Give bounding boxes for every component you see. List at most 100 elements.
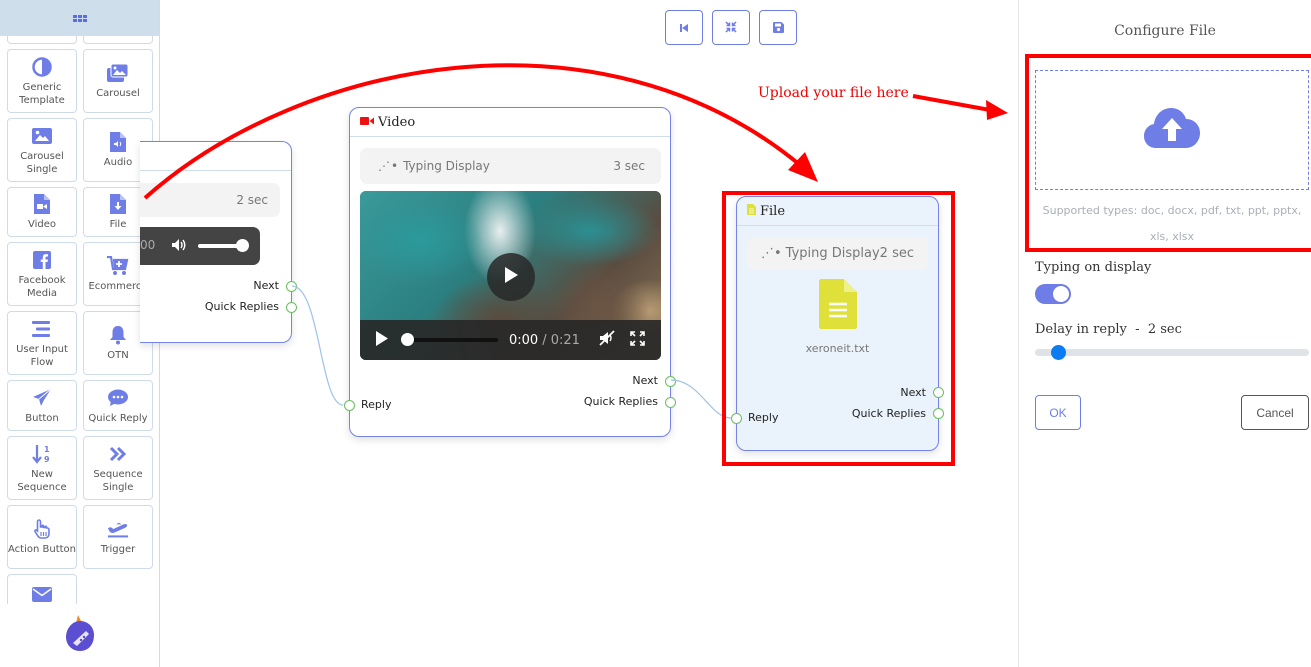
delay-slider[interactable] <box>1035 345 1309 360</box>
sidebar-item-trigger[interactable]: Trigger <box>83 505 153 569</box>
port-label-quick-replies: Quick Replies <box>204 300 279 313</box>
audio-next-port[interactable] <box>286 281 297 292</box>
sidebar-tile-hidden-1[interactable] <box>7 36 77 44</box>
sidebar-item-quick-reply[interactable]: Quick Reply <box>83 380 153 431</box>
volume-icon[interactable] <box>171 238 187 255</box>
audio-node[interactable]: 2 sec 00 Next Quick Replies <box>140 141 297 343</box>
typing-label: Typing Display <box>403 159 490 173</box>
reset-view-button[interactable] <box>665 10 703 45</box>
audio-typing-display: 2 sec <box>140 183 280 217</box>
floppy-disk-icon <box>772 18 784 37</box>
sidebar-item-email[interactable] <box>7 574 77 604</box>
step-backward-icon <box>679 18 689 37</box>
typing-delay: 2 sec <box>236 193 268 207</box>
sidebar-item-new-sequence[interactable]: 19 New Sequence <box>7 436 77 500</box>
video-next-port[interactable] <box>665 376 676 387</box>
sidebar-item-video[interactable]: Video <box>7 187 77 237</box>
audio-time: 00 <box>140 238 156 252</box>
file-node-header[interactable]: File <box>737 197 938 226</box>
sidebar-item-label: Video <box>27 219 57 230</box>
video-camera-icon <box>360 115 374 130</box>
fullscreen-icon[interactable] <box>630 330 645 350</box>
typing-toggle[interactable] <box>1035 284 1071 304</box>
sidebar-item-carousel[interactable]: Carousel <box>83 49 153 113</box>
sidebar-item-label: Trigger <box>100 544 136 555</box>
video-progress-bar[interactable] <box>401 333 498 346</box>
bell-icon <box>107 324 129 346</box>
volume-slider[interactable] <box>198 239 249 252</box>
connector-audio-to-video <box>291 285 344 406</box>
facebook-icon <box>31 249 53 271</box>
grid-icon <box>72 14 87 22</box>
panel-title: Configure File <box>1114 23 1216 39</box>
port-label-next: Next <box>900 386 926 399</box>
file-download-icon <box>107 193 129 215</box>
typing-label: Typing Display2 sec <box>785 246 914 261</box>
supported-types: Supported types: doc, docx, pdf, txt, pp… <box>1042 204 1302 243</box>
mute-icon[interactable] <box>598 330 616 350</box>
audio-player[interactable]: 00 <box>140 227 260 265</box>
audio-quick-replies-port[interactable] <box>286 302 297 313</box>
sidebar-item-button[interactable]: Button <box>7 380 77 431</box>
save-flow-button[interactable] <box>759 10 797 45</box>
audio-node-header[interactable] <box>140 142 291 171</box>
file-quick-replies-port[interactable] <box>933 408 944 419</box>
port-label-reply: Reply <box>361 398 392 411</box>
lines-icon <box>31 318 53 340</box>
plane-departure-icon <box>107 518 129 540</box>
file-node[interactable]: File ⋰• Typing Display2 sec xeroneit.txt … <box>731 196 944 451</box>
sidebar-item-label: Facebook Media <box>18 274 66 299</box>
sidebar-item-label: Button <box>25 412 59 424</box>
node-title: File <box>760 203 786 219</box>
sidebar-item-label: Quick Reply <box>88 412 148 424</box>
file-audio-icon <box>107 131 129 153</box>
fit-view-button[interactable] <box>712 10 750 45</box>
file-reply-port[interactable] <box>731 413 742 424</box>
port-label-reply: Reply <box>748 411 779 424</box>
video-current-time: 0:00 <box>509 332 539 348</box>
connector-video-to-file <box>670 379 732 419</box>
video-node[interactable]: Video ⋰• Typing Display 3 sec 0:00 / 0:21… <box>344 107 676 437</box>
file-document-icon <box>819 279 857 333</box>
video-duration: / 0:21 <box>542 332 580 348</box>
sidebar-item-label: Ecommerce <box>88 281 148 292</box>
video-node-header[interactable]: Video <box>350 108 670 137</box>
annotation-text: Upload your file here <box>758 85 909 101</box>
half-circle-icon <box>31 56 53 78</box>
play-icon[interactable] <box>376 330 388 350</box>
sidebar-item-label: Action Button <box>8 544 76 555</box>
file-dropzone[interactable] <box>1035 70 1309 190</box>
annotation-arrow-head-1 <box>788 152 818 182</box>
port-label-quick-replies: Quick Replies <box>583 395 658 408</box>
port-label-next: Next <box>632 374 658 387</box>
sidebar-item-generic-template[interactable]: Generic Template <box>7 49 77 113</box>
port-label-quick-replies: Quick Replies <box>851 407 926 420</box>
paper-plane-icon <box>31 387 53 409</box>
video-big-play-button[interactable] <box>487 253 535 301</box>
sidebar-item-label: User Input Flow <box>16 343 68 368</box>
sidebar-item-sequence-single[interactable]: Sequence Single <box>83 436 153 500</box>
file-name: xeroneit.txt <box>805 342 870 355</box>
port-label-next: Next <box>253 279 279 292</box>
video-reply-port[interactable] <box>344 400 355 411</box>
images-icon <box>107 62 129 84</box>
delay-label: Delay in reply - 2 sec <box>1035 322 1182 337</box>
annotation-arrow-line <box>912 94 991 112</box>
sidebar-tile-hidden-2[interactable] <box>83 36 153 44</box>
configure-panel: Configure File Supported types: doc, doc… <box>1018 0 1311 667</box>
sidebar-header[interactable] <box>0 0 159 36</box>
file-typing-display: ⋰• Typing Display2 sec <box>747 237 928 270</box>
video-quick-replies-port[interactable] <box>665 397 676 408</box>
ok-button[interactable]: OK <box>1035 395 1081 430</box>
envelope-icon <box>31 583 53 604</box>
sidebar-component-list[interactable]: Generic Template Carousel Carousel Singl… <box>0 36 160 604</box>
sidebar-item-user-input-flow[interactable]: User Input Flow <box>7 311 77 375</box>
cancel-button[interactable]: Cancel <box>1241 395 1309 430</box>
sidebar-item-label: Carousel <box>96 88 140 99</box>
video-player[interactable]: 0:00 / 0:21 <box>360 191 661 360</box>
sidebar-item-carousel-single[interactable]: Carousel Single <box>7 118 77 182</box>
file-next-port[interactable] <box>933 387 944 398</box>
sidebar-item-facebook-media[interactable]: Facebook Media <box>7 242 77 306</box>
sidebar-item-action-button[interactable]: Action Button <box>7 505 77 569</box>
sidebar-item-label: Generic Template <box>19 81 65 106</box>
